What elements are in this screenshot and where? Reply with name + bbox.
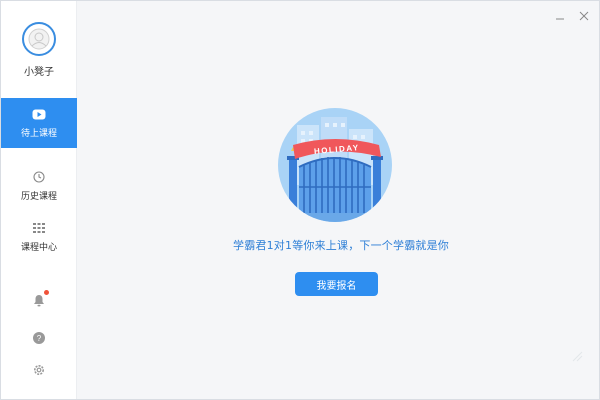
- grid-icon: [32, 221, 46, 235]
- history-icon: [32, 170, 46, 184]
- holiday-gate-illustration: HOLIDAY: [278, 108, 392, 222]
- gear-icon[interactable]: [32, 363, 46, 377]
- avatar[interactable]: [22, 22, 56, 56]
- close-icon[interactable]: [577, 9, 591, 23]
- nav-item-course-center[interactable]: 课程中心: [1, 212, 77, 262]
- nav-item-upcoming-courses[interactable]: 待上课程: [1, 98, 77, 148]
- bell-icon[interactable]: [32, 293, 46, 307]
- nav-item-label: 历史课程: [20, 192, 57, 202]
- nav-item-history-courses[interactable]: 历史课程: [1, 161, 77, 211]
- resize-grip-icon[interactable]: [570, 349, 584, 363]
- signup-button[interactable]: 我要报名: [295, 272, 378, 296]
- avatar-image-icon: [28, 28, 50, 50]
- play-icon: [32, 107, 46, 121]
- minimize-icon[interactable]: [553, 9, 567, 23]
- username: 小凳子: [24, 67, 54, 78]
- help-icon[interactable]: ?: [32, 331, 46, 345]
- sidebar: 小凳子 待上课程 历史课程 课程中心 ?: [1, 1, 77, 399]
- notification-badge: [44, 290, 49, 295]
- nav-item-label: 待上课程: [20, 129, 57, 139]
- svg-text:?: ?: [37, 334, 42, 343]
- app-window: 小凳子 待上课程 历史课程 课程中心 ? HOLIDAY 学霸君1对1等你来上课…: [0, 0, 600, 400]
- nav-item-label: 课程中心: [20, 243, 57, 253]
- promo-message: 学霸君1对1等你来上课，下一个学霸就是你: [233, 239, 449, 252]
